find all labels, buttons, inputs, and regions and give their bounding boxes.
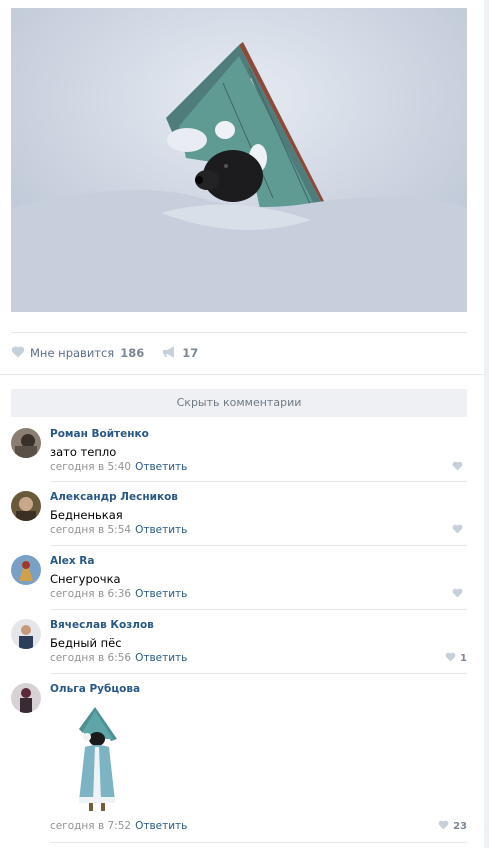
comment-item: Роман Войтенко зато тепло сегодня в 5:40…	[11, 428, 467, 480]
heart-icon	[445, 652, 456, 665]
comment-like-button[interactable]	[452, 588, 467, 601]
share-button[interactable]: 17	[162, 346, 198, 361]
divider	[50, 609, 467, 610]
post-actions: Мне нравится 186 17	[11, 344, 216, 362]
avatar[interactable]	[11, 619, 41, 649]
comment-author[interactable]: Роман Войтенко	[50, 428, 149, 440]
heart-icon	[452, 524, 463, 537]
avatar[interactable]	[11, 555, 41, 585]
dog-in-snow-illustration	[11, 8, 467, 312]
divider	[50, 842, 467, 843]
post-photo[interactable]	[11, 8, 467, 312]
sticker-dog-snow-maiden[interactable]	[75, 705, 121, 811]
megaphone-icon	[162, 346, 176, 361]
divider	[0, 374, 489, 375]
scrollbar[interactable]	[484, 0, 489, 848]
like-label: Мне нравится	[30, 346, 115, 360]
comment-like-button[interactable]	[452, 524, 467, 537]
reply-button[interactable]: Ответить	[135, 652, 187, 664]
comment-text: Бедный пёс	[50, 636, 122, 650]
comment-item: Александр Лесников Бедненькая сегодня в …	[11, 491, 467, 543]
reply-button[interactable]: Ответить	[135, 524, 187, 536]
like-button[interactable]: Мне нравится 186	[11, 346, 144, 361]
comment-author[interactable]: Александр Лесников	[50, 491, 178, 503]
comment-meta: сегодня в 5:54 Ответить	[50, 524, 187, 536]
comment-like-count: 23	[453, 821, 467, 832]
avatar[interactable]	[11, 491, 41, 521]
comment-author[interactable]: Ольга Рубцова	[50, 683, 140, 695]
comment-text: зато тепло	[50, 445, 117, 459]
reply-button[interactable]: Ответить	[135, 461, 187, 473]
comment-time[interactable]: сегодня в 6:36	[50, 588, 131, 600]
avatar[interactable]	[11, 683, 41, 713]
heart-icon	[452, 588, 463, 601]
comment-item: Вячеслав Козлов Бедный пёс сегодня в 6:5…	[11, 619, 467, 671]
heart-icon	[452, 461, 463, 474]
comment-author[interactable]: Alex Ra	[50, 555, 94, 567]
comment-meta: сегодня в 6:56 Ответить	[50, 652, 187, 664]
hide-comments-button[interactable]: Скрыть комментарии	[11, 389, 467, 417]
reply-button[interactable]: Ответить	[135, 820, 187, 832]
divider	[50, 481, 467, 482]
divider	[50, 545, 467, 546]
comment-text: Снегурочка	[50, 572, 121, 586]
divider	[50, 673, 467, 674]
comment-text: Бедненькая	[50, 508, 123, 522]
comment-meta: сегодня в 5:40 Ответить	[50, 461, 187, 473]
share-count: 17	[182, 346, 199, 360]
comment-author[interactable]: Вячеслав Козлов	[50, 619, 154, 631]
like-count: 186	[120, 346, 145, 360]
heart-icon	[11, 346, 25, 361]
comment-item: Alex Ra Снегурочка сегодня в 6:36 Ответит…	[11, 555, 467, 607]
comment-time[interactable]: сегодня в 7:52	[50, 820, 131, 832]
comment-time[interactable]: сегодня в 6:56	[50, 652, 131, 664]
comment-meta: сегодня в 7:52 Ответить	[50, 820, 187, 832]
divider	[11, 332, 467, 333]
comment-time[interactable]: сегодня в 5:54	[50, 524, 131, 536]
comment-item: Ольга Рубцова сегодня в 7:52 Ответить 23	[11, 683, 467, 833]
comment-meta: сегодня в 6:36 Ответить	[50, 588, 187, 600]
comment-like-button[interactable]: 23	[438, 820, 467, 833]
reply-button[interactable]: Ответить	[135, 588, 187, 600]
heart-icon	[438, 820, 449, 833]
avatar[interactable]	[11, 428, 41, 458]
comment-like-button[interactable]: 1	[445, 652, 467, 665]
comment-like-count: 1	[460, 653, 467, 664]
comment-like-button[interactable]	[452, 461, 467, 474]
comment-time[interactable]: сегодня в 5:40	[50, 461, 131, 473]
